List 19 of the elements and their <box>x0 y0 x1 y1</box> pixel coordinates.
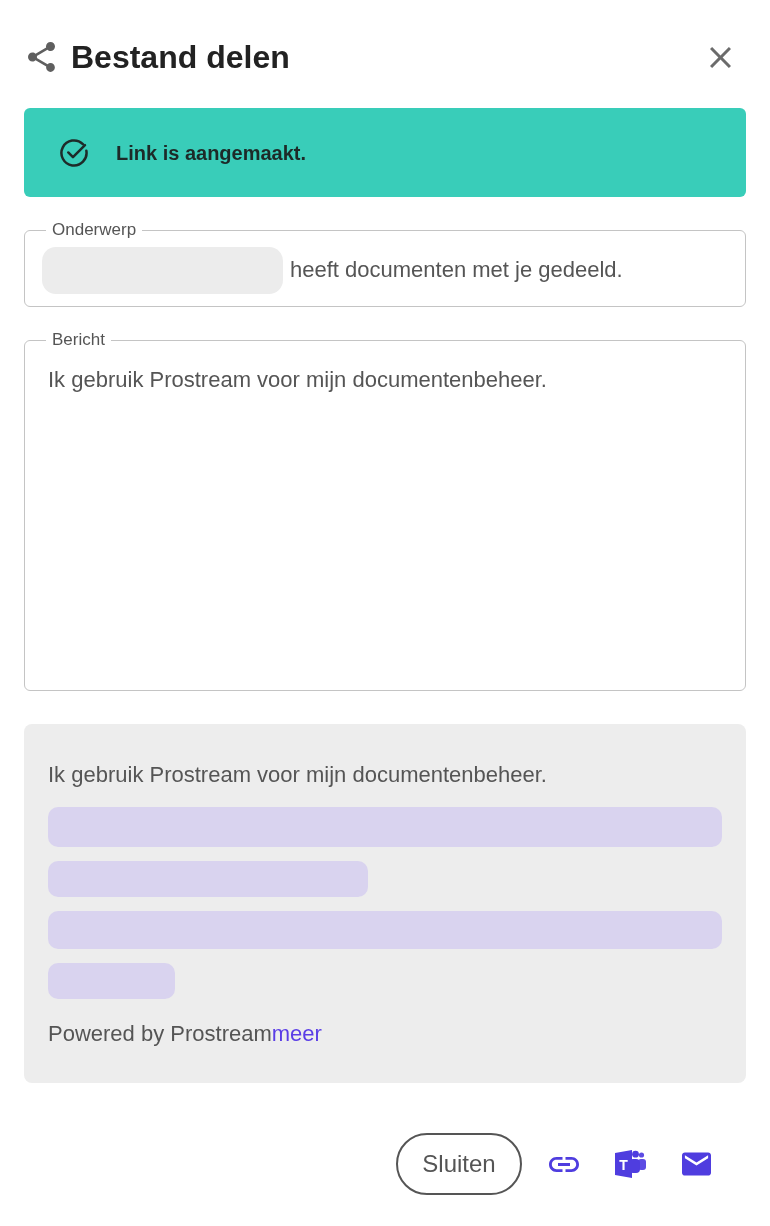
chat-share-button[interactable]: T <box>606 1140 654 1188</box>
dialog-title: Bestand delen <box>71 38 290 77</box>
field-label: Onderwerp <box>51 220 138 240</box>
close-dialog-button[interactable]: Sluiten <box>396 1133 522 1195</box>
close-icon <box>710 46 731 68</box>
share-icon <box>28 42 55 72</box>
subject-field[interactable]: Onderwerp heeft documenten met je gedeeld. <box>24 220 746 307</box>
more-link[interactable]: meer <box>271 1021 322 1046</box>
powered-by-text: Powered by Prostreammeer <box>48 1020 323 1048</box>
check-circle-icon <box>60 138 88 167</box>
banner-message: Link is aangemaakt. <box>116 140 307 166</box>
envelope-icon <box>681 1152 711 1176</box>
close-button[interactable] <box>710 46 731 68</box>
message-text: Ik gebruik Prostream voor mijn documentenbeheer. <box>48 366 548 394</box>
link-icon <box>549 1156 579 1172</box>
field-label: Bericht <box>51 330 106 350</box>
preview-text: Ik gebruik Prostream voor mijn documentenbeheer. <box>48 761 548 789</box>
subject-text: heeft documenten met je gedeeld. <box>290 256 623 284</box>
message-field[interactable]: Bericht Ik gebruik Prostream voor mijn documentenbeheer. <box>24 330 746 691</box>
